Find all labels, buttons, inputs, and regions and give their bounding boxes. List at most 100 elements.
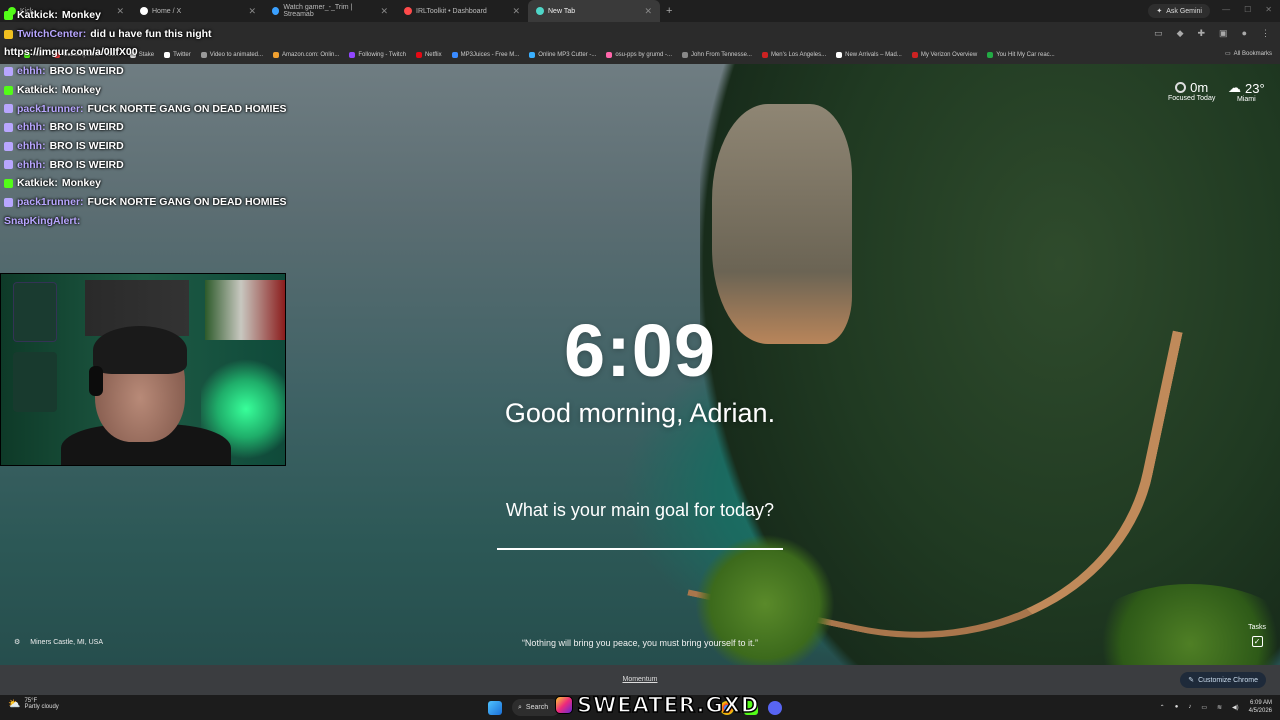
bookmark-label: Following - Twitch	[358, 52, 406, 58]
bookmark-favicon-icon	[415, 52, 422, 58]
chat-username: pack1runner	[17, 102, 81, 115]
chat-username: ehhh	[17, 121, 43, 134]
gemini-icon: ✦	[1156, 8, 1163, 15]
maximize-icon[interactable]: ☐	[1244, 5, 1251, 14]
chat-colon: :	[76, 214, 81, 227]
chat-badge-icon	[4, 179, 13, 189]
bookmark-label: Men's Los Angeles...	[770, 52, 827, 58]
chat-message: ehhh: BRO IS WEIRD	[4, 62, 286, 81]
goal-input[interactable]	[497, 530, 783, 550]
windows-start-icon[interactable]	[488, 700, 502, 715]
chat-message: ehhh: BRO IS WEIRD	[4, 137, 286, 156]
bookmark-item[interactable]: New Arrivals – Mad...	[836, 52, 902, 58]
chat-username: Katkick	[17, 177, 55, 190]
bookmark-item[interactable]: Men's Los Angeles...	[761, 52, 827, 58]
tab-close-icon[interactable]: ✕	[644, 6, 652, 17]
instagram-icon	[555, 696, 573, 714]
bookmark-label: John From Tennesse...	[691, 52, 752, 58]
chat-username: Katkick	[17, 83, 55, 96]
chat-text: did u have fun this night	[90, 27, 212, 40]
checkbox-icon: ✓	[1251, 636, 1263, 647]
chat-badge-icon	[4, 29, 13, 39]
all-bookmarks-button[interactable]: ▭ All Bookmarks	[1224, 50, 1272, 58]
split-view-icon[interactable]: ▣	[1219, 28, 1228, 39]
tab-close-icon[interactable]: ✕	[512, 6, 520, 17]
chat-colon: :	[54, 177, 58, 190]
bookmark-item[interactable]: You Hit My Car reac...	[987, 52, 1055, 58]
tasks-widget[interactable]: Tasks ✓	[1248, 624, 1266, 647]
ask-gemini-button[interactable]: ✦ Ask Gemini	[1148, 4, 1210, 18]
profile-avatar-icon[interactable]: ●	[1242, 28, 1247, 39]
discord-icon[interactable]	[768, 700, 782, 715]
chat-badge-icon	[4, 141, 13, 151]
taskbar-weather[interactable]: ⛅ 75°F Partly cloudy	[8, 698, 59, 710]
close-window-icon[interactable]: ✕	[1265, 5, 1272, 14]
menu-icon[interactable]: ⋮	[1261, 28, 1270, 39]
chat-colon: :	[54, 83, 58, 96]
chat-username: pack1runner	[17, 196, 81, 209]
bookmark-item[interactable]: Online MP3 Cutter -...	[529, 52, 596, 58]
bookmark-label: MP3Juices - Free M...	[460, 52, 520, 58]
chat-colon: :	[42, 65, 46, 78]
goal-question: What is your main goal for today?	[505, 500, 775, 520]
tray-app-icon[interactable]: ●	[1175, 704, 1179, 710]
chat-text: FUCK NORTE GANG ON DEAD HOMIES	[87, 196, 287, 209]
new-tab-button[interactable]: +	[666, 5, 672, 17]
bookmark-favicon-icon	[761, 52, 768, 58]
bookmark-label: Netflix	[424, 52, 442, 58]
tab-close-icon[interactable]: ✕	[380, 6, 388, 17]
window-controls: — ☐ ✕	[1222, 5, 1272, 14]
streamer-hair	[93, 326, 187, 374]
momentum-link[interactable]: Momentum	[0, 676, 1280, 683]
tab-4[interactable]: New Tab ✕	[528, 0, 660, 22]
chat-badge-icon	[4, 160, 13, 170]
webcam-overlay	[0, 273, 286, 466]
chat-text: FUCK NORTE GANG ON DEAD HOMIES	[87, 102, 287, 115]
chat-colon: :	[42, 121, 46, 134]
tab-3[interactable]: IRLToolkit • Dashboard ✕	[396, 0, 528, 22]
volume-icon[interactable]: ◀)	[1232, 704, 1239, 711]
chat-message: Katkick: Monkey	[4, 6, 286, 25]
taskbar-clock[interactable]: 6:09 AM 4/5/2026	[1249, 699, 1272, 715]
folder-icon: ▭	[1224, 51, 1231, 57]
wifi-icon[interactable]: ≋	[1217, 704, 1222, 711]
minimize-icon[interactable]: —	[1222, 5, 1230, 14]
bookmark-item[interactable]: My Verizon Overview	[911, 52, 977, 58]
chat-badge-icon	[4, 66, 13, 76]
bookmark-item[interactable]: MP3Juices - Free M...	[451, 52, 520, 58]
chat-colon: :	[80, 196, 84, 209]
taskbar-search[interactable]: ⌕ Search	[512, 699, 560, 716]
chat-username: ehhh	[17, 65, 43, 78]
quote: “Nothing will bring you peace, you must …	[521, 638, 759, 648]
chat-badge-icon	[4, 197, 13, 207]
chat-colon: :	[42, 139, 46, 152]
chat-username: ehhh	[17, 158, 43, 171]
bookmark-favicon-icon	[987, 52, 994, 58]
chat-colon: :	[80, 102, 84, 115]
focus-widget[interactable]: 0m Focused Today	[1168, 80, 1215, 102]
tab-label: New Tab	[548, 7, 576, 15]
microphone-icon[interactable]: ♪	[1188, 704, 1191, 710]
chevron-up-icon[interactable]: ⌃	[1160, 704, 1165, 711]
bookmark-item[interactable]: John From Tennesse...	[682, 52, 752, 58]
chat-username: Katkick	[17, 9, 55, 21]
cast-icon[interactable]: ▭	[1154, 28, 1163, 39]
wall-jersey	[13, 282, 57, 342]
tab-label: Watch gamer_-_Trim | Streamab	[283, 4, 353, 18]
chat-message: SnapKingAlert:	[4, 212, 286, 231]
customize-chrome-button[interactable]: ✎ Customize Chrome	[1180, 672, 1266, 688]
chat-message: TwitchCenter: did u have fun this night	[4, 25, 286, 44]
bookmark-favicon-icon	[606, 52, 613, 58]
bookmark-item[interactable]: Following - Twitch	[349, 52, 406, 58]
bookmark-favicon-icon	[529, 52, 536, 58]
display-icon[interactable]: ▭	[1201, 704, 1207, 711]
weather-widget[interactable]: ☁ 23° Miami	[1228, 80, 1265, 103]
chat-message: ehhh: BRO IS WEIRD	[4, 118, 286, 137]
focus-ring-icon	[1175, 82, 1187, 93]
chat-text: Monkey	[61, 83, 101, 96]
chat-badge-icon	[4, 104, 13, 114]
extensions-puzzle-icon[interactable]: ✚	[1198, 28, 1206, 39]
bookmark-item[interactable]: Netflix	[415, 52, 442, 58]
bookmark-item[interactable]: osu-pps by grumd -...	[606, 52, 672, 58]
extension-icon[interactable]: ◆	[1177, 28, 1184, 39]
